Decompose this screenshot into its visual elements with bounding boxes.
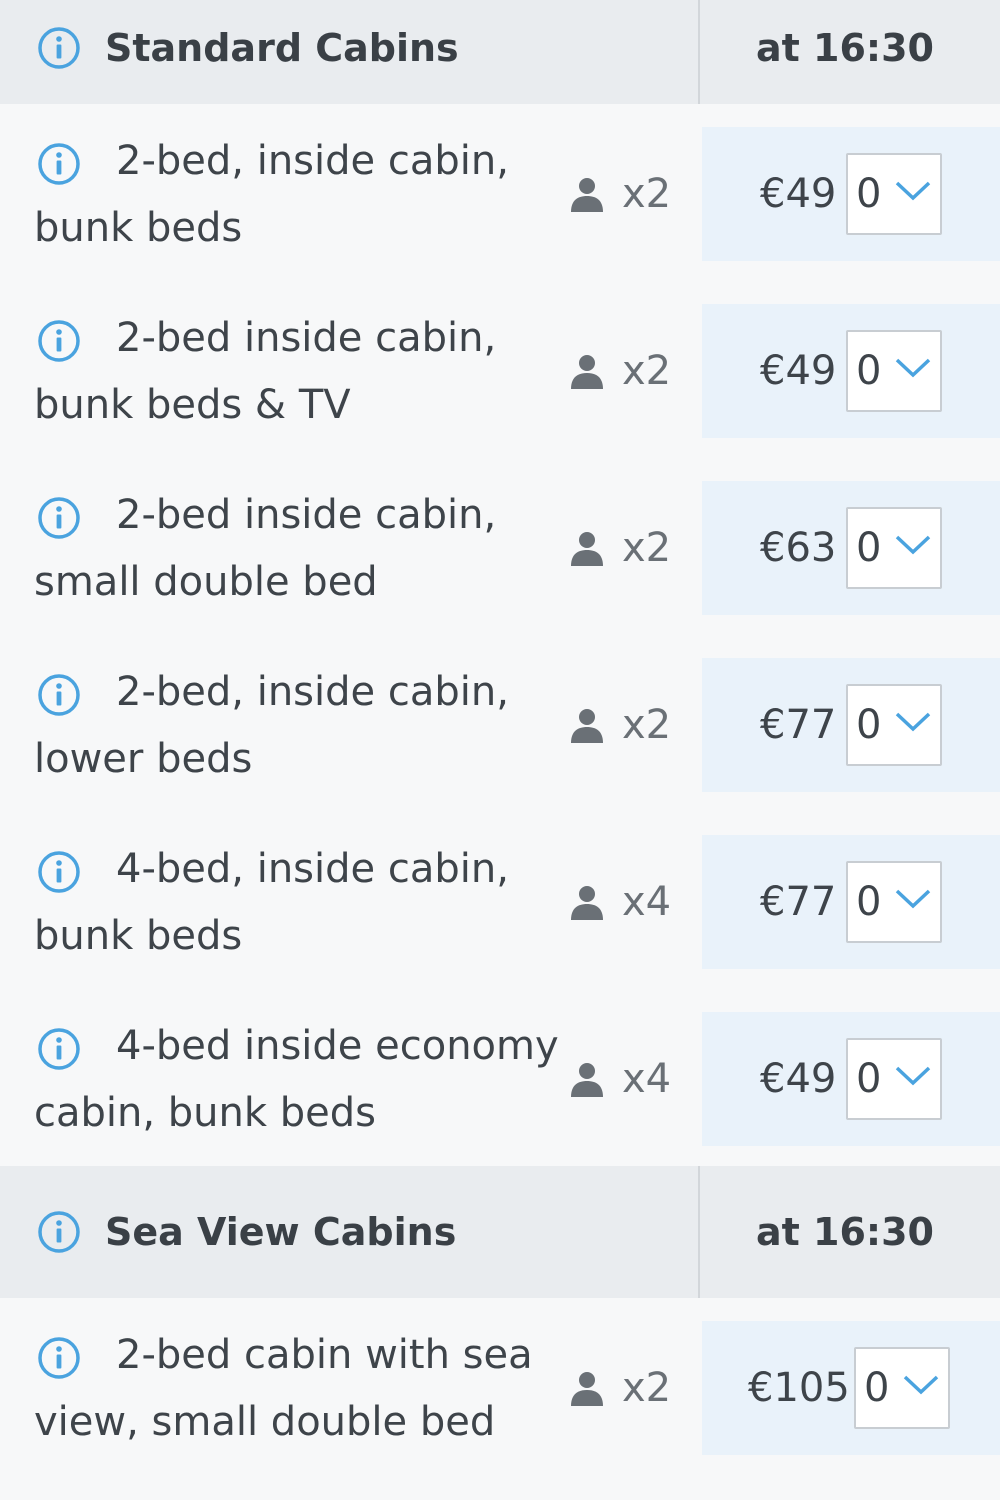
cabin-name: 2-bed cabin with sea [116, 1332, 533, 1378]
cabin-name-cont: lower beds [34, 736, 253, 782]
price: €77 [760, 879, 837, 925]
cabin-name-cont: view, small double bed [34, 1399, 496, 1445]
price: €63 [760, 525, 837, 571]
info-icon[interactable] [37, 496, 81, 540]
capacity: x2 [622, 702, 672, 748]
info-icon[interactable] [37, 1210, 81, 1254]
departure-time: at 16:30 [756, 26, 934, 70]
info-icon[interactable] [37, 142, 81, 186]
info-icon[interactable] [37, 1336, 81, 1380]
price: €105 [748, 1365, 850, 1411]
price-cell: €105 0 [702, 1321, 1000, 1455]
quantity-select[interactable]: 0 [854, 1347, 950, 1429]
price-cell: €63 0 [702, 481, 1000, 615]
capacity: x2 [622, 525, 672, 571]
capacity: x4 [622, 879, 672, 925]
price: €49 [760, 1056, 837, 1102]
cabin-name: 4-bed inside economy [116, 1023, 559, 1069]
quantity-value: 0 [856, 525, 882, 571]
chevron-down-icon [895, 1066, 931, 1086]
cabin-name-cont: bunk beds & TV [34, 382, 351, 428]
cabin-row: 4-bed inside economy cabin, bunk beds x4… [0, 989, 1000, 1166]
info-icon[interactable] [37, 1027, 81, 1071]
person-icon [571, 355, 603, 389]
quantity-select[interactable]: 0 [846, 1038, 942, 1120]
cabin-name-cont: bunk beds [34, 913, 243, 959]
chevron-down-icon [895, 358, 931, 378]
cabin-row: 2-bed, inside cabin, bunk beds x2 €49 0 [0, 104, 1000, 281]
quantity-select[interactable]: 0 [846, 507, 942, 589]
cabin-name: 4-bed, inside cabin, [116, 846, 509, 892]
price: €49 [760, 171, 837, 217]
info-icon[interactable] [37, 850, 81, 894]
quantity-value: 0 [856, 171, 882, 217]
cabin-name-cont: cabin, bunk beds [34, 1090, 376, 1136]
section-header-sea-view-cabins: Sea View Cabins at 16:30 [0, 1166, 1000, 1298]
cabin-name: 2-bed, inside cabin, [116, 138, 509, 184]
chevron-down-icon [903, 1375, 939, 1395]
quantity-value: 0 [856, 702, 882, 748]
capacity: x4 [622, 1056, 672, 1102]
price: €77 [760, 702, 837, 748]
capacity: x2 [622, 1365, 672, 1411]
info-icon[interactable] [37, 673, 81, 717]
cabin-name: 2-bed inside cabin, [116, 315, 497, 361]
section-title: Standard Cabins [105, 26, 459, 70]
person-icon [571, 1063, 603, 1097]
chevron-down-icon [895, 535, 931, 555]
cabin-name: 2-bed inside cabin, [116, 492, 497, 538]
person-icon [571, 886, 603, 920]
quantity-select[interactable]: 0 [846, 153, 942, 235]
quantity-value: 0 [856, 348, 882, 394]
quantity-value: 0 [856, 1056, 882, 1102]
price-cell: €49 0 [702, 304, 1000, 438]
info-icon[interactable] [37, 26, 81, 70]
cabin-row: 2-bed inside cabin, small double bed x2 … [0, 458, 1000, 635]
person-icon [571, 1372, 603, 1406]
price: €49 [760, 348, 837, 394]
price-cell: €49 0 [702, 1012, 1000, 1146]
cabin-name-cont: bunk beds [34, 205, 243, 251]
cabin-row: 2-bed, inside cabin, lower beds x2 €77 0 [0, 635, 1000, 812]
departure-time: at 16:30 [756, 1210, 934, 1254]
capacity: x2 [622, 348, 672, 394]
person-icon [571, 532, 603, 566]
cabin-row: 4-bed, inside cabin, bunk beds x4 €77 0 [0, 812, 1000, 989]
price-cell: €77 0 [702, 658, 1000, 792]
quantity-value: 0 [856, 879, 882, 925]
chevron-down-icon [895, 712, 931, 732]
info-icon[interactable] [37, 319, 81, 363]
price-cell: €49 0 [702, 127, 1000, 261]
quantity-value: 0 [864, 1365, 890, 1411]
quantity-select[interactable]: 0 [846, 684, 942, 766]
quantity-select[interactable]: 0 [846, 861, 942, 943]
cabin-row: 2-bed inside cabin, bunk beds & TV x2 €4… [0, 281, 1000, 458]
cabin-name-cont: small double bed [34, 559, 378, 605]
person-icon [571, 178, 603, 212]
price-cell: €77 0 [702, 835, 1000, 969]
chevron-down-icon [895, 889, 931, 909]
cabin-row: 2-bed cabin with sea view, small double … [0, 1298, 1000, 1475]
quantity-select[interactable]: 0 [846, 330, 942, 412]
capacity: x2 [622, 171, 672, 217]
section-header-standard-cabins: Standard Cabins at 16:30 [0, 0, 1000, 104]
section-title: Sea View Cabins [105, 1210, 457, 1254]
cabin-name: 2-bed, inside cabin, [116, 669, 509, 715]
chevron-down-icon [895, 181, 931, 201]
person-icon [571, 709, 603, 743]
